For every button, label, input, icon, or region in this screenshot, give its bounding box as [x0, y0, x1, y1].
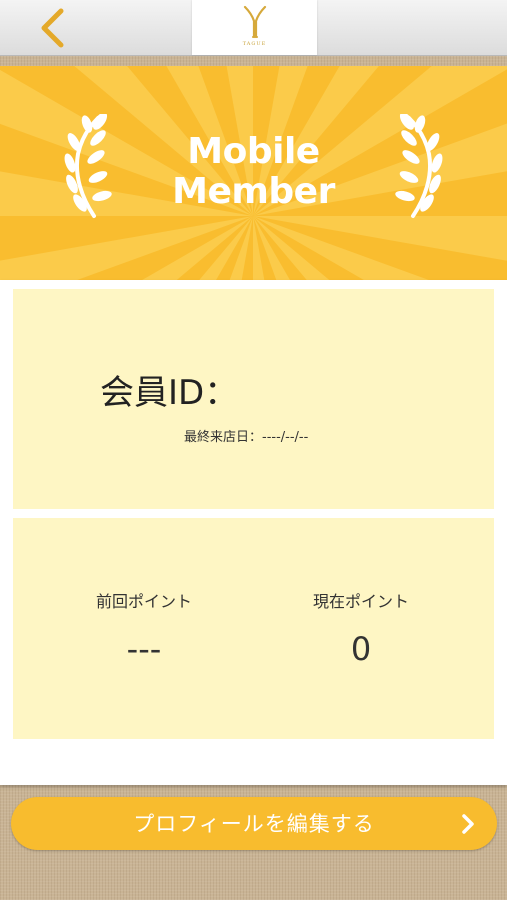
member-content-panel: 会員ID： 最終来店日：----/--/-- 前回ポイント --- 現在ポイント… — [0, 280, 507, 785]
logo-mark-icon — [243, 5, 266, 39]
edit-profile-button[interactable]: プロフィールを編集する — [11, 797, 497, 850]
mobile-member-banner: Mobile Member — [0, 66, 507, 280]
back-button[interactable] — [30, 5, 76, 51]
last-visit-date: 最終来店日：----/--/-- — [184, 430, 309, 445]
current-points-label: 現在ポイント — [312, 592, 409, 611]
previous-points-value: --- — [126, 630, 162, 668]
logo-text: TAGUE — [242, 41, 267, 47]
chevron-left-icon — [41, 8, 64, 48]
header-bar: TAGUE — [0, 0, 507, 56]
chevron-right-icon — [461, 813, 475, 835]
member-id-label: 会員ID： — [100, 373, 239, 413]
laurel-right-icon — [395, 114, 443, 218]
member-info-card: 会員ID： 最終来店日：----/--/-- — [13, 289, 494, 509]
current-points: 現在ポイント 0 — [271, 591, 451, 668]
brand-logo: TAGUE — [192, 0, 317, 55]
previous-points-label: 前回ポイント — [95, 592, 192, 611]
current-points-value: 0 — [350, 630, 372, 668]
previous-points: 前回ポイント --- — [54, 591, 234, 668]
banner-title: Mobile Member — [100, 132, 407, 212]
banner-title-line2: Member — [172, 171, 335, 212]
banner-title-line1: Mobile — [187, 131, 320, 172]
points-card: 前回ポイント --- 現在ポイント 0 — [13, 518, 494, 739]
edit-profile-label: プロフィールを編集する — [133, 812, 375, 836]
